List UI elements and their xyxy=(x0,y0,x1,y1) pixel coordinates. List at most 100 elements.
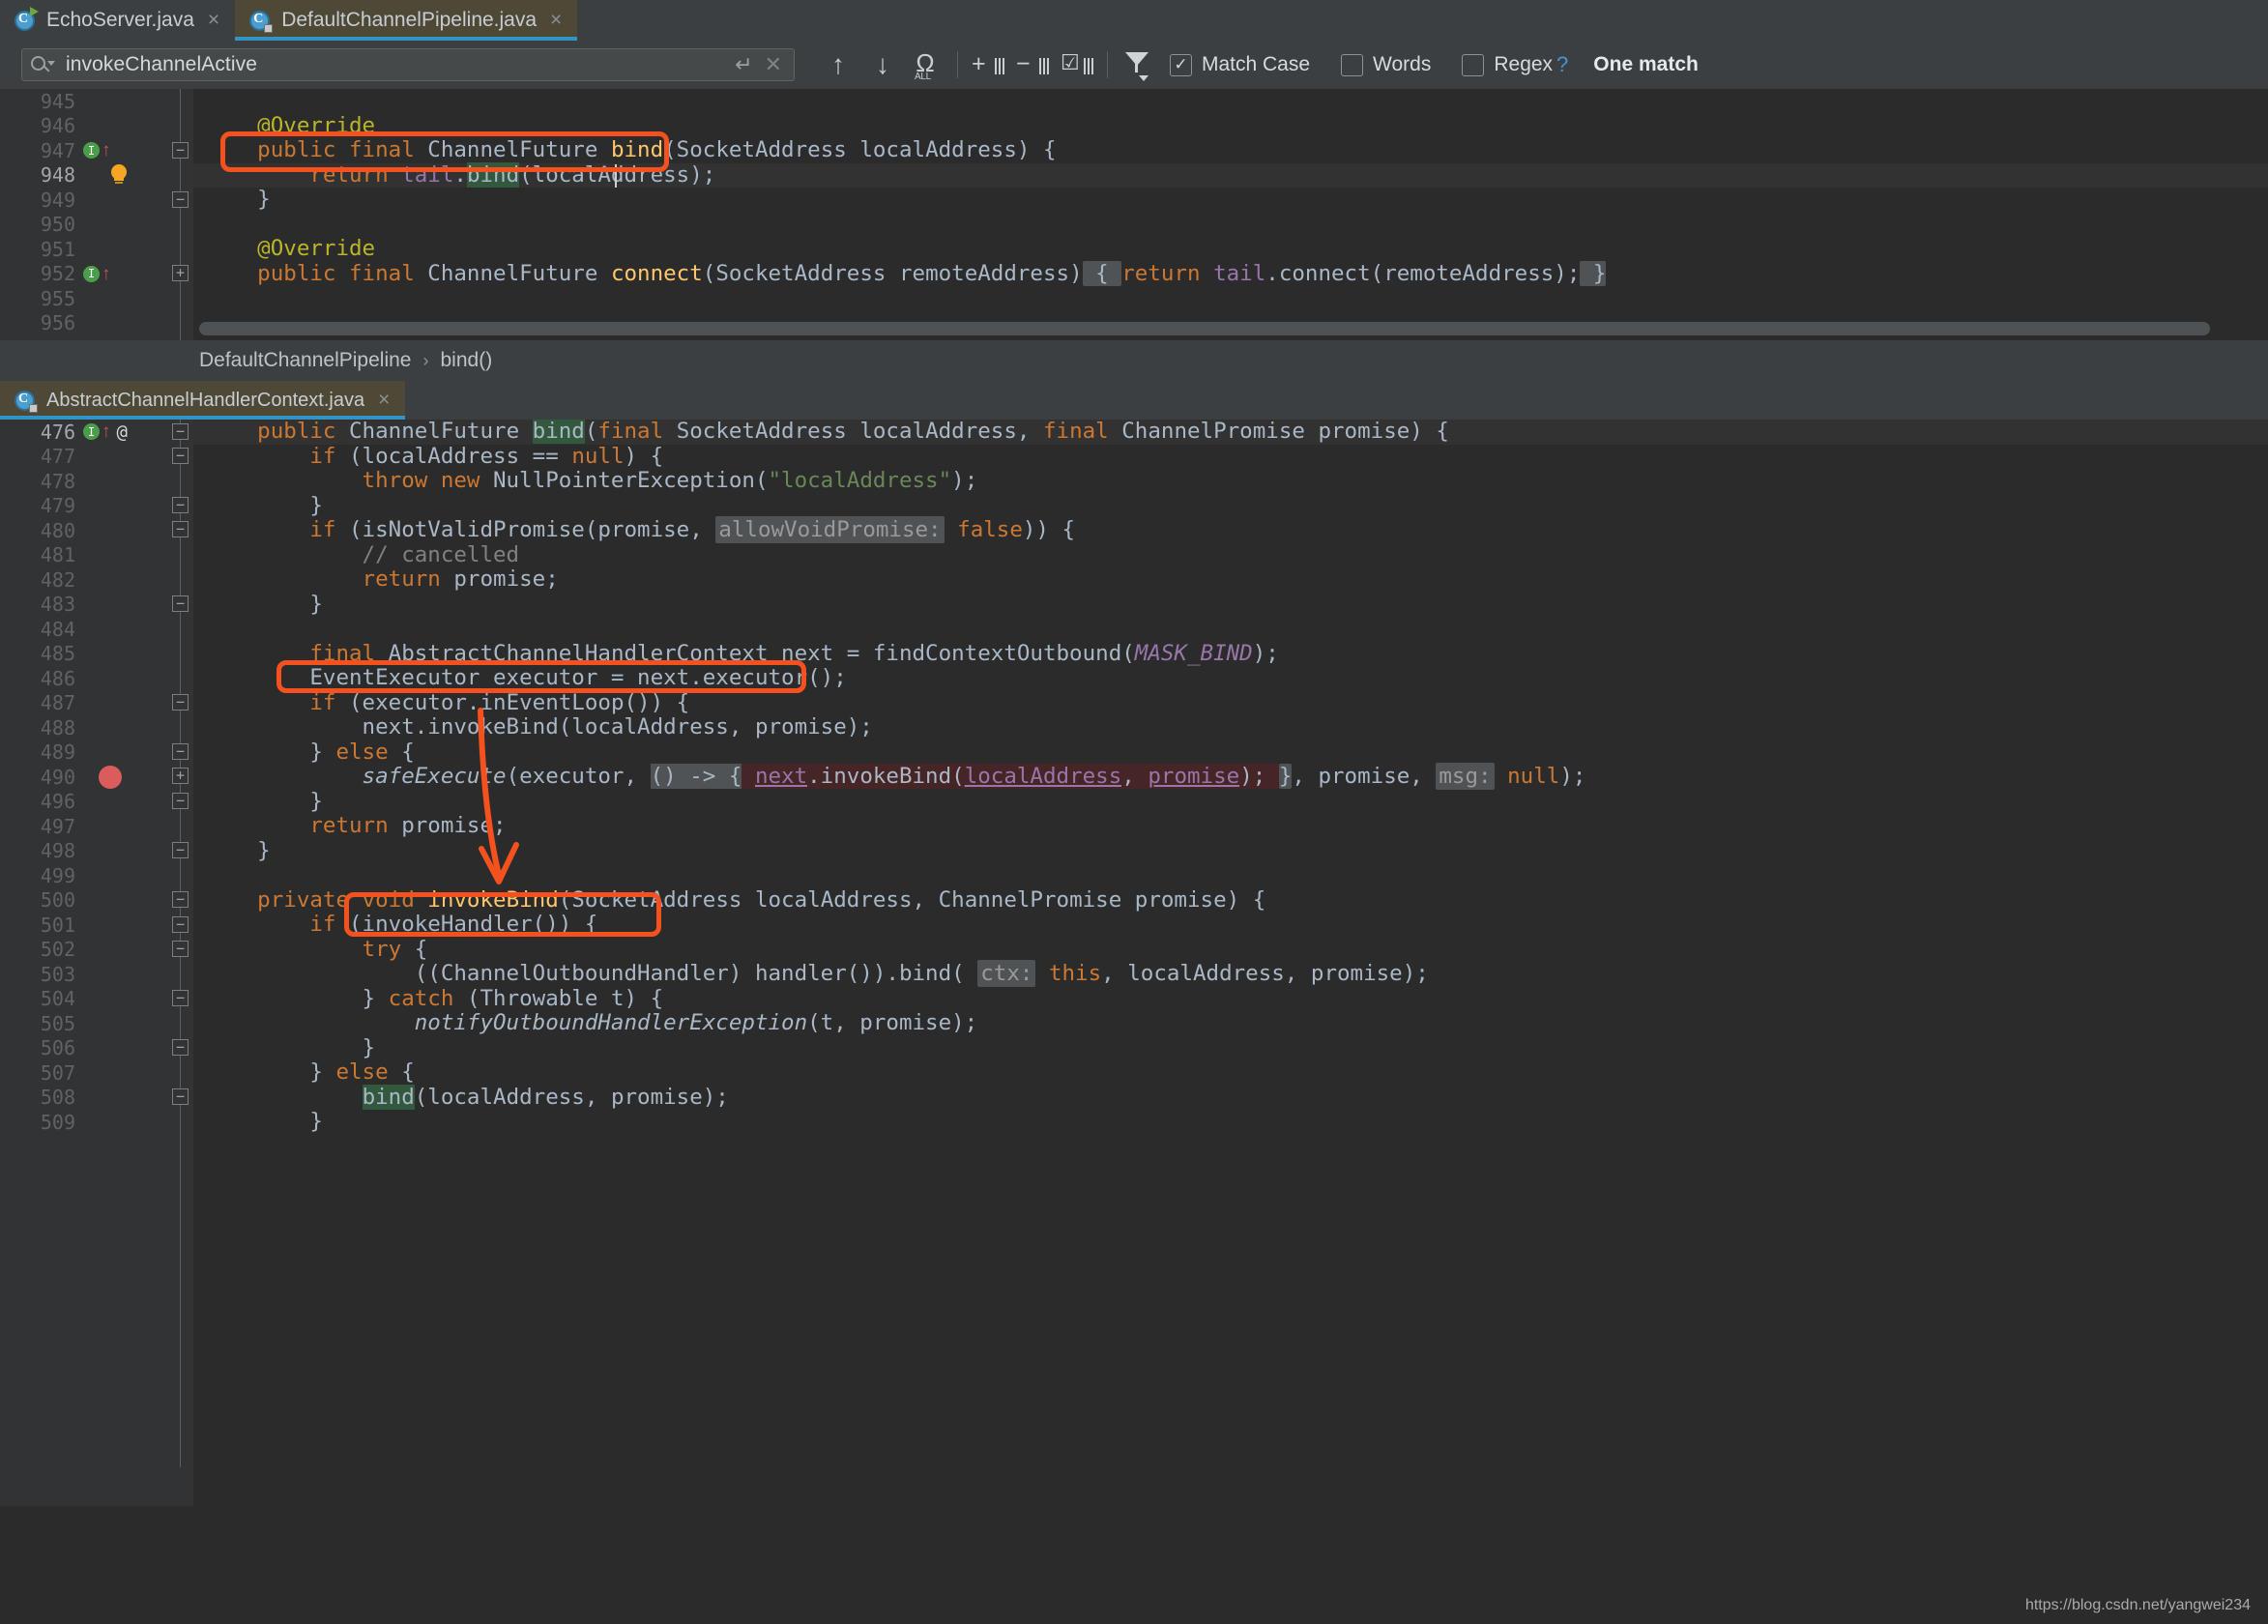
gutter-row[interactable]: 482 xyxy=(0,567,180,593)
override-marker-icon[interactable]: I ↑ xyxy=(83,422,111,441)
code-text-pane-1[interactable]: @Override public final ChannelFuture bin… xyxy=(205,89,2268,340)
gutter-row[interactable]: 484 xyxy=(0,617,180,642)
line-number: 946 xyxy=(40,114,75,138)
find-next-button[interactable]: ↓ xyxy=(860,45,905,84)
words-option[interactable]: Words xyxy=(1341,53,1431,76)
gutter-row[interactable]: 481 xyxy=(0,543,180,568)
fold-column-pane-2[interactable]: − − − − − − − + − − − − − − − − xyxy=(168,420,193,1506)
gutter-row[interactable]: 507 xyxy=(0,1060,180,1086)
gutter-row[interactable]: 483 xyxy=(0,593,180,618)
regex-checkbox[interactable] xyxy=(1462,53,1485,76)
filter-button[interactable] xyxy=(1116,45,1160,84)
fold-collapse-icon[interactable]: − xyxy=(172,793,189,809)
code-line: notifyOutboundHandlerException(t, promis… xyxy=(205,1010,978,1035)
annotation-marker-icon[interactable]: @ xyxy=(117,421,128,443)
gutter-row[interactable]: 490 xyxy=(0,765,180,790)
gutter-row[interactable]: 498 xyxy=(0,839,180,864)
fold-column-pane-1[interactable]: − − + xyxy=(168,89,193,340)
line-number: 502 xyxy=(40,938,75,962)
select-all-icon: Ω ALL xyxy=(915,48,935,82)
gutter-row[interactable]: 497 xyxy=(0,814,180,839)
gutter-row[interactable]: 479 xyxy=(0,494,180,519)
fold-expand-icon[interactable]: + xyxy=(172,265,189,281)
toolbar-divider-2 xyxy=(1107,51,1108,78)
editor-pane-abstractchannelhandlercontext[interactable]: 476 I ↑ @477 478 479 480 481 482 483 484 485 486 487 4… xyxy=(0,420,2268,1506)
find-previous-button[interactable]: ↑ xyxy=(816,45,860,84)
line-number: 480 xyxy=(40,518,75,542)
close-icon[interactable]: × xyxy=(550,9,562,32)
gutter-row[interactable]: 480 xyxy=(0,518,180,543)
close-icon[interactable]: ✕ xyxy=(765,52,794,77)
search-input-value: invokeChannelActive xyxy=(66,53,258,75)
fold-collapse-icon[interactable]: − xyxy=(172,842,189,858)
close-icon[interactable]: × xyxy=(378,389,390,412)
fold-collapse-icon[interactable]: − xyxy=(172,191,189,208)
gutter-row[interactable]: 504 xyxy=(0,987,180,1012)
match-case-checkbox[interactable]: ✓ xyxy=(1170,53,1192,76)
fold-collapse-icon[interactable]: − xyxy=(172,916,189,933)
gutter-row[interactable]: 505 xyxy=(0,1011,180,1036)
words-checkbox[interactable] xyxy=(1341,53,1364,76)
code-line: return tail.bind(localAddress); xyxy=(309,161,716,188)
fold-collapse-icon[interactable]: − xyxy=(172,448,189,464)
editor-tab-echoserver[interactable]: C EchoServer.java × xyxy=(0,0,236,41)
gutter-row[interactable]: 488 xyxy=(0,715,180,740)
gutter-row[interactable]: 478 xyxy=(0,469,180,494)
breadcrumb-member[interactable]: bind() xyxy=(441,349,493,372)
fold-collapse-icon[interactable]: − xyxy=(172,142,189,159)
gutter-pane-1[interactable]: 945 946 947 I ↑ 948 949 950 951 952 I ↑ 95… xyxy=(0,89,180,340)
fold-collapse-icon[interactable]: − xyxy=(172,1039,189,1056)
fold-collapse-icon[interactable]: − xyxy=(172,990,189,1006)
fold-collapse-icon[interactable]: − xyxy=(172,423,189,440)
gutter-row[interactable]: 477 xyxy=(0,445,180,470)
override-marker-icon[interactable]: I ↑ xyxy=(83,265,111,283)
fold-collapse-icon[interactable]: − xyxy=(172,595,189,612)
gutter-row[interactable]: 500 xyxy=(0,888,180,914)
override-marker-icon[interactable]: I ↑ xyxy=(83,141,111,160)
help-icon[interactable]: ? xyxy=(1556,52,1568,77)
remove-line-from-selection-button[interactable]: − xyxy=(1010,45,1055,84)
gutter-pane-2[interactable]: 476 I ↑ @477 478 479 480 481 482 483 484 485 486 487 4… xyxy=(0,420,180,1506)
line-number: 508 xyxy=(40,1086,75,1110)
fold-collapse-icon[interactable]: − xyxy=(172,694,189,710)
gutter-row[interactable]: 502 xyxy=(0,938,180,963)
editor-pane-defaultchannelpipeline[interactable]: 945 946 947 I ↑ 948 949 950 951 952 I ↑ 95… xyxy=(0,89,2268,340)
fold-collapse-icon[interactable]: − xyxy=(172,941,189,957)
gutter-row[interactable]: 485 xyxy=(0,642,180,667)
breadcrumb-class[interactable]: DefaultChannelPipeline xyxy=(199,349,412,372)
select-all-occurrences-button[interactable]: Ω ALL xyxy=(905,45,949,84)
close-icon[interactable]: × xyxy=(208,9,219,32)
gutter-row[interactable]: 487 xyxy=(0,691,180,716)
gutter-row[interactable]: 501 xyxy=(0,913,180,938)
gutter-row[interactable]: 509 xyxy=(0,1110,180,1135)
intention-bulb-icon[interactable] xyxy=(108,164,130,186)
match-case-option[interactable]: ✓ Match Case xyxy=(1170,53,1310,76)
search-input[interactable]: invokeChannelActive ↵ ✕ xyxy=(21,48,795,81)
fold-collapse-icon[interactable]: − xyxy=(172,1088,189,1105)
gutter-row[interactable]: 508 xyxy=(0,1086,180,1111)
search-icon[interactable] xyxy=(31,55,56,74)
fold-collapse-icon[interactable]: − xyxy=(172,743,189,760)
breakpoint-icon[interactable] xyxy=(99,765,122,789)
gutter-row[interactable]: 506 xyxy=(0,1036,180,1061)
editor-tab-defaultchannelpipeline[interactable]: C DefaultChannelPipeline.java × xyxy=(235,0,578,41)
code-line: if (localAddress == null) { xyxy=(205,443,664,469)
enter-icon[interactable]: ↵ xyxy=(735,52,764,77)
fold-collapse-icon[interactable]: − xyxy=(172,891,189,908)
gutter-row[interactable]: 476 I ↑ @ xyxy=(0,420,180,445)
editor-tab-abstractchannelhandlercontext[interactable]: C AbstractChannelHandlerContext.java × xyxy=(0,381,406,420)
code-text-pane-2[interactable]: public ChannelFuture bind(final SocketAd… xyxy=(205,420,2268,1506)
fold-expand-icon[interactable]: + xyxy=(172,768,189,784)
gutter-row[interactable]: 503 xyxy=(0,962,180,987)
gutter-row[interactable]: 499 xyxy=(0,863,180,888)
gutter-row[interactable]: 489 xyxy=(0,740,180,766)
gutter-row[interactable]: 486 xyxy=(0,666,180,691)
fold-collapse-icon[interactable]: − xyxy=(172,497,189,513)
select-all-lines-button[interactable]: ☑ xyxy=(1055,45,1099,84)
horizontal-scrollbar-pane-1[interactable] xyxy=(199,322,2210,335)
fold-collapse-icon[interactable]: − xyxy=(172,521,189,537)
regex-option[interactable]: Regex xyxy=(1462,53,1553,76)
breadcrumb[interactable]: DefaultChannelPipeline › bind() xyxy=(0,340,2268,381)
gutter-row[interactable]: 496 xyxy=(0,790,180,815)
add-line-to-selection-button[interactable]: + xyxy=(966,45,1010,84)
